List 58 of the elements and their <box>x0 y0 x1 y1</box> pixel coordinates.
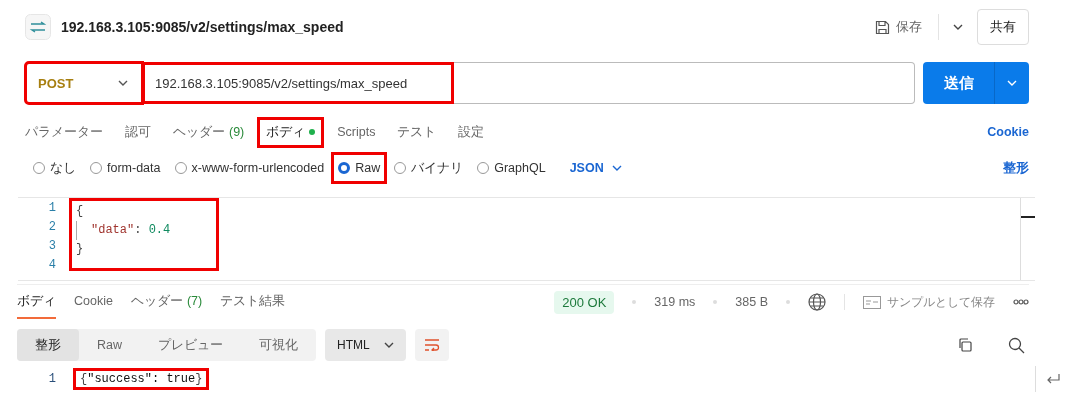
response-tab[interactable]: ヘッダー (7) <box>130 285 203 319</box>
response-time: 319 ms <box>654 295 696 309</box>
body-type-radio[interactable]: form-data <box>86 155 165 181</box>
line-number: 1 <box>47 370 56 388</box>
search-icon <box>1008 336 1025 354</box>
method-select[interactable]: POST <box>25 62 143 104</box>
request-tab[interactable]: Scripts <box>331 121 382 143</box>
request-tab[interactable]: 認可 <box>119 119 157 145</box>
copy-icon <box>957 337 973 353</box>
request-tab[interactable]: パラメーター <box>19 119 109 145</box>
share-button[interactable]: 共有 <box>977 9 1029 45</box>
url-field[interactable]: 192.168.3.105:9085/v2/settings/max_speed <box>143 62 915 104</box>
language-select[interactable]: HTML <box>325 329 406 361</box>
cookie-link[interactable]: Cookie <box>987 125 1029 139</box>
request-tab[interactable]: テスト <box>391 119 443 145</box>
chevron-down-icon <box>118 80 128 86</box>
request-title: 192.168.3.105:9085/v2/settings/max_speed <box>61 19 345 35</box>
line-number: 1 <box>48 200 56 217</box>
request-tab[interactable]: ヘッダー (9) <box>167 119 251 145</box>
chevron-down-icon <box>383 342 394 348</box>
save-button[interactable]: 保存 <box>869 14 928 40</box>
view-mode-tab[interactable]: 可視化 <box>241 329 316 361</box>
example-icon <box>863 295 881 309</box>
return-arrow-icon <box>1046 373 1060 385</box>
chevron-down-icon <box>611 165 622 171</box>
body-type-radio[interactable]: x-www-form-urlencoded <box>170 155 329 181</box>
view-mode-tab[interactable]: プレビュー <box>140 329 241 361</box>
save-as-example-button[interactable]: サンプルとして保存 <box>863 293 995 311</box>
tab-count: (7) <box>186 294 203 308</box>
tab-count: (9) <box>229 125 245 139</box>
wrap-lines-button[interactable] <box>414 329 449 361</box>
code-line: } <box>76 241 85 258</box>
request-tab[interactable]: 設定 <box>452 119 491 145</box>
view-mode-tab[interactable]: Raw <box>79 329 140 361</box>
line-number: 4 <box>48 257 56 274</box>
wrap-lines-icon <box>423 339 440 351</box>
more-icon[interactable] <box>1013 299 1029 305</box>
code-line: { <box>76 203 85 220</box>
scrollbar[interactable] <box>1020 198 1035 280</box>
line-number: 3 <box>48 238 56 255</box>
body-type-radio[interactable]: GraphQL <box>473 155 550 181</box>
response-tab[interactable]: Cookie <box>74 285 113 319</box>
status-badge: 200 OK <box>554 290 615 314</box>
response-size: 385 B <box>735 295 768 309</box>
response-tab[interactable]: ボディ <box>17 285 56 319</box>
code-line: "data": 0.4 <box>76 221 216 240</box>
view-mode-tab[interactable]: 整形 <box>17 329 79 361</box>
format-select[interactable]: JSON <box>563 160 628 176</box>
response-tab[interactable]: テスト結果 <box>220 285 286 319</box>
chevron-down-icon <box>953 24 963 30</box>
body-type-radio[interactable]: Raw <box>334 155 385 181</box>
beautify-link[interactable]: 整形 <box>1003 159 1029 177</box>
body-type-radio[interactable]: バイナリ <box>390 153 468 183</box>
line-number: 2 <box>48 219 56 236</box>
chevron-down-icon <box>1007 80 1017 86</box>
request-tab[interactable]: ボディ <box>260 119 322 145</box>
body-type-radio[interactable]: なし <box>29 153 80 183</box>
globe-icon[interactable] <box>808 293 826 311</box>
